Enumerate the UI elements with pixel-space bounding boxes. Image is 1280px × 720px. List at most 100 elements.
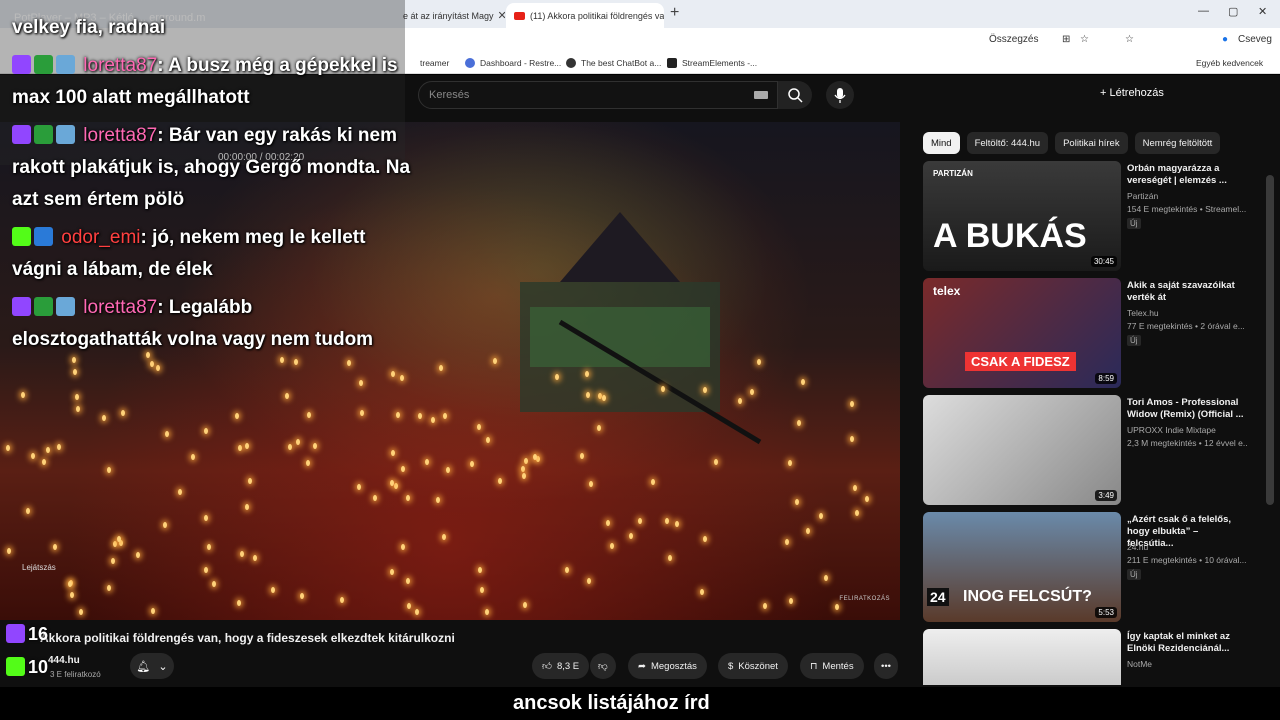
favorite-icon[interactable]: ☆ bbox=[1080, 34, 1089, 45]
youtube-icon bbox=[514, 11, 525, 20]
bookmark-item[interactable]: Dashboard - Restre... bbox=[465, 58, 561, 68]
thanks-icon: $ bbox=[728, 660, 734, 672]
chip-recent[interactable]: Nemrég feltöltött bbox=[1134, 132, 1221, 154]
recommendation-item[interactable]: Így kaptak el minket az Elnöki Rezidenci… bbox=[923, 629, 1263, 685]
video-thumbnail[interactable]: 24 INOG FELCSÚT? 5:53 bbox=[923, 512, 1121, 622]
favorites-list-icon[interactable]: ☆ bbox=[1125, 34, 1134, 45]
torch-flame bbox=[163, 522, 167, 528]
rec-meta: 77 E megtekintés • 2 órával e... bbox=[1127, 321, 1245, 331]
chat-text: : A busz még a gépekkel is bbox=[157, 55, 398, 76]
subscriber-count: 3 E feliratkozó bbox=[50, 670, 101, 679]
recommendation-item[interactable]: PARTIZÁN A BUKÁS 30:45 Orbán magyarázza … bbox=[923, 161, 1263, 273]
search-button[interactable] bbox=[778, 81, 812, 109]
create-label: Létrehozás bbox=[1109, 87, 1164, 99]
save-button[interactable]: ⊓ Mentés bbox=[800, 653, 864, 679]
bookmark-item[interactable]: StreamElements -... bbox=[667, 58, 757, 68]
rec-title[interactable]: Így kaptak el minket az Elnöki Rezidenci… bbox=[1127, 631, 1245, 655]
chip-all[interactable]: Mind bbox=[923, 132, 960, 154]
kick-viewer-count: 10 bbox=[6, 657, 48, 678]
maximize-button[interactable]: ▢ bbox=[1228, 5, 1238, 18]
rec-title[interactable]: Orbán magyarázza a vereségét | elemzés .… bbox=[1127, 163, 1245, 187]
chat-username: loretta87 bbox=[83, 297, 158, 318]
search-input[interactable]: Keresés bbox=[418, 81, 778, 109]
bookmark-item[interactable]: treamer bbox=[420, 58, 449, 68]
torch-flame bbox=[117, 536, 121, 542]
chat-line: odor_emi: jó, nekem meg le kellett bbox=[12, 222, 365, 253]
torch-flame bbox=[533, 454, 537, 460]
torch-flame bbox=[72, 357, 76, 363]
torch-flame bbox=[406, 578, 410, 584]
torch-flame bbox=[865, 496, 869, 502]
torch-flame bbox=[565, 567, 569, 573]
video-thumbnail[interactable]: PARTIZÁN A BUKÁS 30:45 bbox=[923, 161, 1121, 271]
channel-name[interactable]: 444.hu bbox=[48, 655, 80, 666]
torch-flame bbox=[238, 445, 242, 451]
torch-flame bbox=[237, 600, 241, 606]
torch-flame bbox=[396, 412, 400, 418]
torch-flame bbox=[151, 608, 155, 614]
recommendation-item[interactable]: 3:49 Tori Amos - Professional Widow (Rem… bbox=[923, 395, 1263, 507]
keyboard-icon[interactable] bbox=[754, 91, 768, 99]
torch-flame bbox=[638, 518, 642, 524]
video-thumbnail[interactable] bbox=[923, 629, 1121, 685]
dislike-button[interactable]: 👎︎ bbox=[590, 653, 616, 679]
torch-flame bbox=[271, 587, 275, 593]
torch-flame bbox=[300, 593, 304, 599]
chat-text: vágni a lábam, de élek bbox=[12, 259, 213, 280]
video-thumbnail[interactable]: telex CSAK A FIDESZ 8:59 bbox=[923, 278, 1121, 388]
share-button[interactable]: ➦ Megosztás bbox=[628, 653, 707, 679]
torch-flame bbox=[797, 420, 801, 426]
chat-username: loretta87 bbox=[83, 55, 158, 76]
chip-politics[interactable]: Politikai hírek bbox=[1055, 132, 1128, 154]
torch-flame bbox=[789, 598, 793, 604]
like-button[interactable]: 👍︎ 8,3 E bbox=[532, 653, 590, 679]
torch-flame bbox=[757, 359, 761, 365]
rec-title[interactable]: Akik a saját szavazóikat verték át bbox=[1127, 280, 1245, 304]
twitch-viewer-count: 16 bbox=[6, 624, 48, 645]
scrollbar[interactable] bbox=[1266, 175, 1274, 505]
torch-flame bbox=[478, 567, 482, 573]
copilot-icon[interactable]: ● bbox=[1222, 34, 1228, 45]
torch-flame bbox=[285, 393, 289, 399]
video-thumbnail[interactable]: 3:49 bbox=[923, 395, 1121, 505]
minimize-button[interactable]: — bbox=[1198, 5, 1209, 17]
thanks-button[interactable]: $ Köszönet bbox=[718, 653, 788, 679]
more-actions-button[interactable]: ••• bbox=[874, 653, 898, 679]
rec-title[interactable]: Tori Amos - Professional Widow (Remix) (… bbox=[1127, 397, 1245, 421]
rec-channel: UPROXX Indie Mixtape bbox=[1127, 425, 1216, 435]
close-window-button[interactable]: ✕ bbox=[1258, 5, 1267, 18]
torch-flame bbox=[294, 359, 298, 365]
create-button[interactable]: + Létrehozás bbox=[1100, 87, 1164, 99]
close-icon[interactable]: ✕ bbox=[494, 9, 505, 22]
torch-flame bbox=[486, 437, 490, 443]
viewer-count: 10 bbox=[28, 657, 49, 677]
torch-flame bbox=[359, 380, 363, 386]
bookmark-label: treamer bbox=[420, 58, 450, 68]
extensions-icon[interactable]: ⊞ bbox=[1062, 34, 1070, 45]
chip-uploader[interactable]: Feltöltő: 444.hu bbox=[966, 132, 1049, 154]
avatar-icon bbox=[56, 125, 75, 144]
torch-flame bbox=[204, 567, 208, 573]
summary-button[interactable]: Összegzés bbox=[989, 34, 1038, 45]
torch-flame bbox=[57, 444, 61, 450]
torch-flame bbox=[401, 544, 405, 550]
chat-button[interactable]: Cseveg bbox=[1238, 34, 1272, 45]
torch-flame bbox=[586, 392, 590, 398]
notification-bell-button[interactable]: 🔔︎ ⌄ bbox=[130, 653, 174, 679]
recommendation-item[interactable]: 24 INOG FELCSÚT? 5:53 „Azért csak ő a fe… bbox=[923, 512, 1263, 624]
torch-flame bbox=[240, 551, 244, 557]
screen: e át az irányítást Magy ✕ (11) Akkora po… bbox=[0, 0, 1280, 720]
voice-search-button[interactable] bbox=[826, 81, 854, 109]
torch-flame bbox=[245, 443, 249, 449]
bookmark-item[interactable]: Egyéb kedvencek bbox=[1196, 58, 1263, 68]
torch-flame bbox=[26, 508, 30, 514]
chat-line: loretta87: Legalább bbox=[12, 292, 252, 323]
tab-active[interactable]: (11) Akkora politikai földrengés va ✕ bbox=[506, 3, 664, 28]
torch-flame bbox=[439, 365, 443, 371]
tab-inactive[interactable]: e át az irányítást Magy ✕ bbox=[395, 3, 505, 28]
recommendation-item[interactable]: telex CSAK A FIDESZ 8:59 Akik a saját sz… bbox=[923, 278, 1263, 390]
new-tab-button[interactable]: + bbox=[670, 4, 679, 22]
torch-flame bbox=[68, 581, 72, 587]
bookmark-item[interactable]: The best ChatBot a... bbox=[566, 58, 661, 68]
torch-flame bbox=[703, 387, 707, 393]
